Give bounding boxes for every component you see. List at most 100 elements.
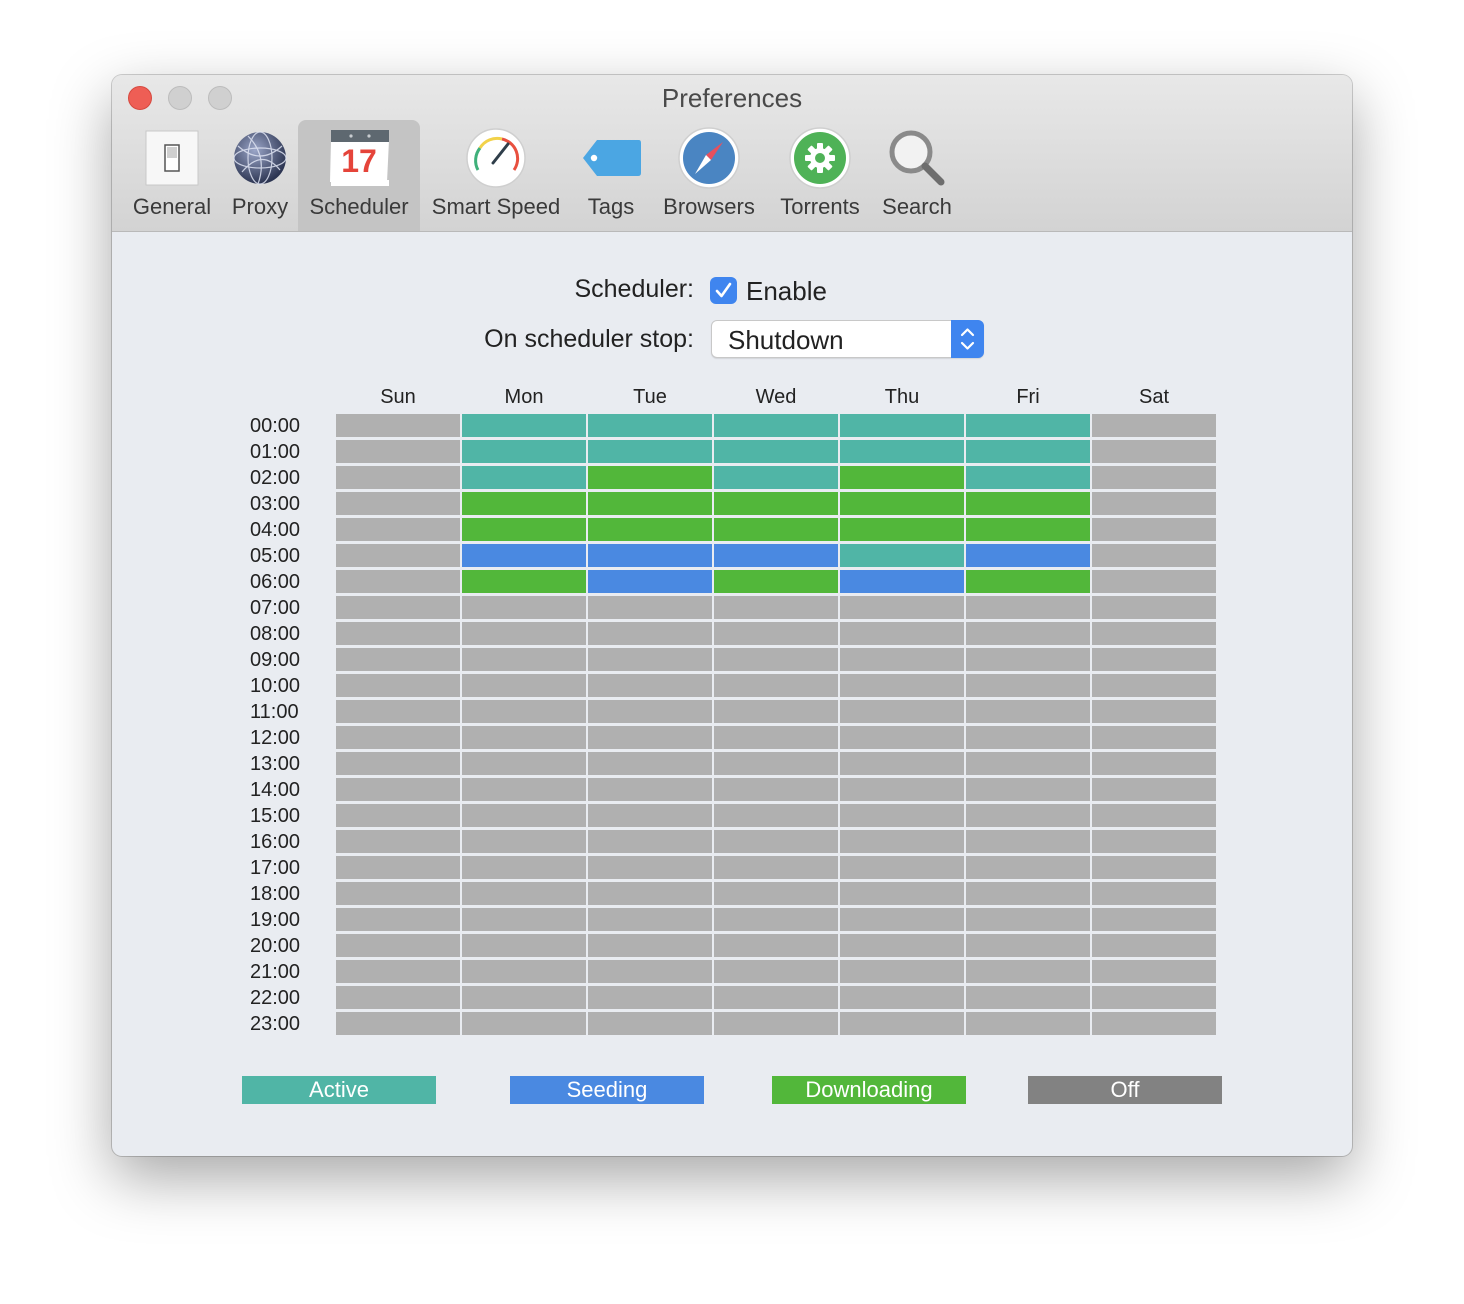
schedule-cell-fri-17-off[interactable] [966, 856, 1090, 879]
schedule-cell-sat-14-off[interactable] [1092, 778, 1216, 801]
tab-general[interactable]: General [122, 120, 222, 231]
schedule-cell-tue-12-off[interactable] [588, 726, 712, 749]
schedule-cell-sun-16-off[interactable] [336, 830, 460, 853]
schedule-cell-tue-22-off[interactable] [588, 986, 712, 1009]
schedule-cell-sun-04-off[interactable] [336, 518, 460, 541]
schedule-cell-sun-01-off[interactable] [336, 440, 460, 463]
schedule-cell-tue-07-off[interactable] [588, 596, 712, 619]
schedule-cell-wed-12-off[interactable] [714, 726, 838, 749]
schedule-cell-sat-00-off[interactable] [1092, 414, 1216, 437]
hour-label[interactable]: 16:00 [250, 831, 320, 854]
schedule-cell-thu-09-off[interactable] [840, 648, 964, 671]
enable-label[interactable]: Enable [746, 276, 827, 307]
schedule-cell-tue-13-off[interactable] [588, 752, 712, 775]
schedule-cell-sat-11-off[interactable] [1092, 700, 1216, 723]
schedule-cell-thu-23-off[interactable] [840, 1012, 964, 1035]
schedule-cell-fri-01-active[interactable] [966, 440, 1090, 463]
schedule-cell-fri-20-off[interactable] [966, 934, 1090, 957]
schedule-cell-thu-21-off[interactable] [840, 960, 964, 983]
on-stop-select[interactable]: Shutdown [711, 320, 984, 358]
schedule-cell-wed-09-off[interactable] [714, 648, 838, 671]
schedule-cell-wed-11-off[interactable] [714, 700, 838, 723]
schedule-cell-wed-04-downloading[interactable] [714, 518, 838, 541]
schedule-cell-fri-13-off[interactable] [966, 752, 1090, 775]
schedule-cell-fri-15-off[interactable] [966, 804, 1090, 827]
schedule-cell-mon-02-active[interactable] [462, 466, 586, 489]
schedule-cell-tue-18-off[interactable] [588, 882, 712, 905]
schedule-cell-sun-17-off[interactable] [336, 856, 460, 879]
schedule-cell-sun-13-off[interactable] [336, 752, 460, 775]
schedule-cell-sat-19-off[interactable] [1092, 908, 1216, 931]
hour-label[interactable]: 14:00 [250, 779, 320, 802]
schedule-cell-fri-06-downloading[interactable] [966, 570, 1090, 593]
schedule-cell-tue-16-off[interactable] [588, 830, 712, 853]
schedule-cell-sun-06-off[interactable] [336, 570, 460, 593]
schedule-cell-mon-17-off[interactable] [462, 856, 586, 879]
schedule-cell-tue-08-off[interactable] [588, 622, 712, 645]
schedule-cell-mon-08-off[interactable] [462, 622, 586, 645]
schedule-cell-thu-00-active[interactable] [840, 414, 964, 437]
schedule-cell-sun-07-off[interactable] [336, 596, 460, 619]
schedule-cell-wed-16-off[interactable] [714, 830, 838, 853]
schedule-cell-wed-02-active[interactable] [714, 466, 838, 489]
schedule-cell-mon-19-off[interactable] [462, 908, 586, 931]
schedule-cell-sat-12-off[interactable] [1092, 726, 1216, 749]
schedule-cell-sat-15-off[interactable] [1092, 804, 1216, 827]
schedule-cell-sun-11-off[interactable] [336, 700, 460, 723]
schedule-cell-mon-16-off[interactable] [462, 830, 586, 853]
schedule-cell-sat-06-off[interactable] [1092, 570, 1216, 593]
schedule-cell-fri-19-off[interactable] [966, 908, 1090, 931]
schedule-cell-wed-01-active[interactable] [714, 440, 838, 463]
schedule-cell-sun-15-off[interactable] [336, 804, 460, 827]
schedule-cell-tue-03-downloading[interactable] [588, 492, 712, 515]
hour-label[interactable]: 21:00 [250, 961, 320, 984]
schedule-cell-sat-02-off[interactable] [1092, 466, 1216, 489]
schedule-cell-sun-12-off[interactable] [336, 726, 460, 749]
schedule-cell-mon-01-active[interactable] [462, 440, 586, 463]
schedule-cell-sun-02-off[interactable] [336, 466, 460, 489]
schedule-cell-tue-20-off[interactable] [588, 934, 712, 957]
schedule-cell-fri-07-off[interactable] [966, 596, 1090, 619]
day-header-fri[interactable]: Fri [966, 386, 1090, 409]
legend-active[interactable]: Active [242, 1076, 436, 1104]
day-header-wed[interactable]: Wed [714, 386, 838, 409]
hour-label[interactable]: 13:00 [250, 753, 320, 776]
schedule-cell-wed-07-off[interactable] [714, 596, 838, 619]
schedule-cell-fri-16-off[interactable] [966, 830, 1090, 853]
hour-label[interactable]: 05:00 [250, 545, 320, 568]
hour-label[interactable]: 19:00 [250, 909, 320, 932]
hour-label[interactable]: 08:00 [250, 623, 320, 646]
schedule-cell-thu-17-off[interactable] [840, 856, 964, 879]
schedule-cell-thu-12-off[interactable] [840, 726, 964, 749]
schedule-cell-sat-05-off[interactable] [1092, 544, 1216, 567]
hour-label[interactable]: 10:00 [250, 675, 320, 698]
hour-label[interactable]: 15:00 [250, 805, 320, 828]
enable-checkbox[interactable] [710, 277, 737, 304]
schedule-cell-thu-16-off[interactable] [840, 830, 964, 853]
schedule-cell-sun-05-off[interactable] [336, 544, 460, 567]
schedule-cell-sun-18-off[interactable] [336, 882, 460, 905]
schedule-cell-sat-16-off[interactable] [1092, 830, 1216, 853]
tab-tags[interactable]: Tags [572, 120, 650, 231]
schedule-cell-thu-10-off[interactable] [840, 674, 964, 697]
schedule-cell-sun-09-off[interactable] [336, 648, 460, 671]
tab-smart-speed[interactable]: Smart Speed [420, 120, 572, 231]
schedule-cell-sat-23-off[interactable] [1092, 1012, 1216, 1035]
schedule-cell-wed-13-off[interactable] [714, 752, 838, 775]
schedule-cell-fri-18-off[interactable] [966, 882, 1090, 905]
day-header-thu[interactable]: Thu [840, 386, 964, 409]
hour-label[interactable]: 03:00 [250, 493, 320, 516]
day-header-tue[interactable]: Tue [588, 386, 712, 409]
schedule-cell-tue-10-off[interactable] [588, 674, 712, 697]
schedule-cell-mon-00-active[interactable] [462, 414, 586, 437]
schedule-cell-sat-18-off[interactable] [1092, 882, 1216, 905]
schedule-cell-wed-20-off[interactable] [714, 934, 838, 957]
legend-off[interactable]: Off [1028, 1076, 1222, 1104]
schedule-cell-tue-00-active[interactable] [588, 414, 712, 437]
tab-browsers[interactable]: Browsers [650, 120, 768, 231]
schedule-cell-thu-02-downloading[interactable] [840, 466, 964, 489]
schedule-cell-wed-05-seeding[interactable] [714, 544, 838, 567]
schedule-cell-thu-03-downloading[interactable] [840, 492, 964, 515]
schedule-cell-mon-07-off[interactable] [462, 596, 586, 619]
schedule-cell-sat-08-off[interactable] [1092, 622, 1216, 645]
